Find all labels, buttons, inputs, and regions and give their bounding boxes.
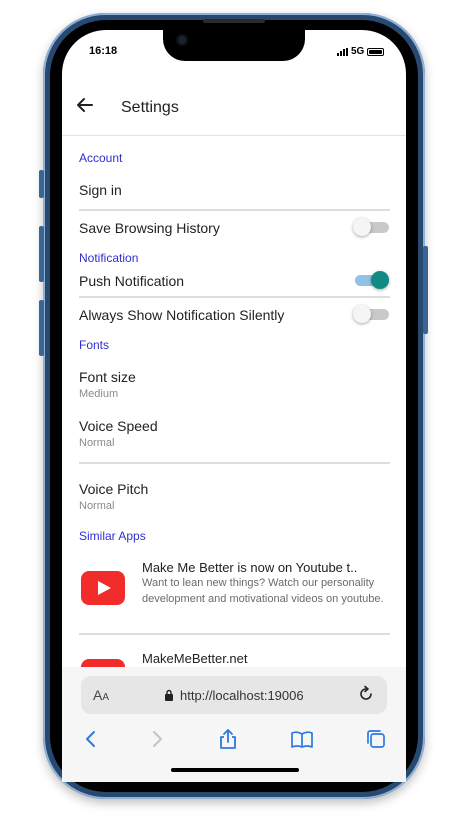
app-name: MakeMeBetter.net (142, 651, 248, 666)
page-title: Settings (121, 99, 179, 116)
bookmarks-icon[interactable] (290, 727, 314, 751)
youtube-logo-icon (81, 571, 125, 605)
section-title-similar-apps: Similar Apps (79, 529, 146, 543)
speaker (203, 19, 265, 23)
makemebetter-logo-icon (81, 659, 125, 667)
app-name: Make Me Better is now on Youtube t.. (142, 560, 358, 575)
lock-icon (165, 689, 173, 701)
divider (79, 462, 390, 464)
push-notification-label: Push Notification (79, 273, 185, 289)
url-text[interactable]: http://localhost:19006 (180, 688, 304, 703)
text-size-label-big: A (93, 687, 103, 703)
app-header: Settings (62, 78, 406, 136)
forward-icon[interactable] (145, 727, 169, 751)
push-notification-toggle[interactable] (353, 270, 389, 290)
save-history-label: Save Browsing History (79, 220, 220, 236)
back-arrow-icon[interactable] (76, 96, 94, 114)
app-description: Want to lean new things? Watch our perso… (142, 577, 384, 605)
camera (178, 36, 186, 44)
reload-icon[interactable] (357, 685, 375, 703)
voice-speed-value: Normal (79, 437, 115, 449)
battery-icon (367, 47, 385, 56)
silent-notification-toggle[interactable] (353, 304, 389, 324)
divider (79, 209, 390, 211)
section-title-account: Account (79, 151, 123, 165)
back-icon[interactable] (79, 727, 103, 751)
notch (163, 28, 305, 61)
font-size-value: Medium (79, 388, 119, 400)
voice-speed-item[interactable]: Voice Speed (79, 418, 158, 434)
sign-in-item[interactable]: Sign in (79, 182, 122, 198)
section-title-notification: Notification (79, 251, 139, 265)
volume-down-button (39, 300, 44, 356)
divider (79, 633, 390, 635)
save-history-toggle[interactable] (353, 217, 389, 237)
divider (79, 296, 390, 298)
home-indicator[interactable] (171, 768, 299, 772)
voice-pitch-item[interactable]: Voice Pitch (79, 481, 148, 497)
status-time: 16:18 (89, 45, 118, 57)
font-size-item[interactable]: Font size (79, 369, 136, 385)
volume-up-button (39, 226, 44, 282)
voice-pitch-value: Normal (79, 500, 115, 512)
mute-switch (39, 170, 44, 198)
section-title-fonts: Fonts (79, 338, 110, 352)
power-button (423, 246, 428, 334)
text-size-button[interactable]: AA (93, 687, 109, 703)
similar-app-card[interactable]: MakeMeBetter.net (79, 650, 390, 667)
network-label: 5G (351, 46, 365, 57)
tabs-icon[interactable] (364, 727, 388, 751)
share-icon[interactable] (216, 727, 240, 751)
status-indicators: 5G (337, 46, 385, 57)
signal-icon (337, 47, 348, 56)
similar-app-card[interactable]: Make Me Better is now on Youtube t.. Wan… (79, 557, 390, 627)
text-size-label-small: A (102, 692, 110, 703)
silent-notification-label: Always Show Notification Silently (79, 307, 285, 323)
